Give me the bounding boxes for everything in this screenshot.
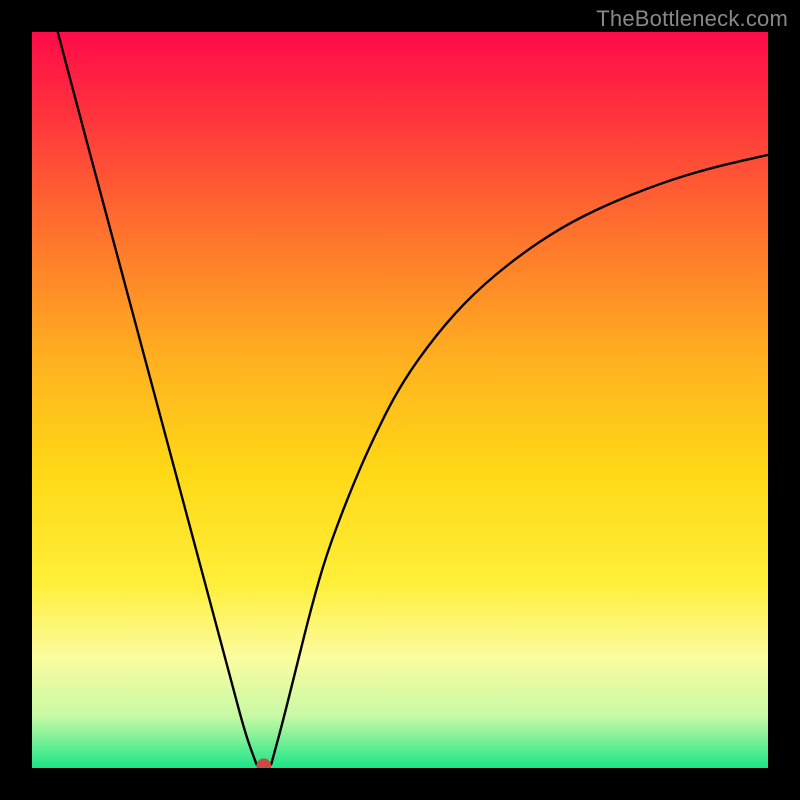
plot-area: [32, 32, 768, 768]
gradient-background: [32, 32, 768, 768]
chart-svg: [32, 32, 768, 768]
chart-frame: TheBottleneck.com: [0, 0, 800, 800]
watermark-text: TheBottleneck.com: [596, 6, 788, 32]
